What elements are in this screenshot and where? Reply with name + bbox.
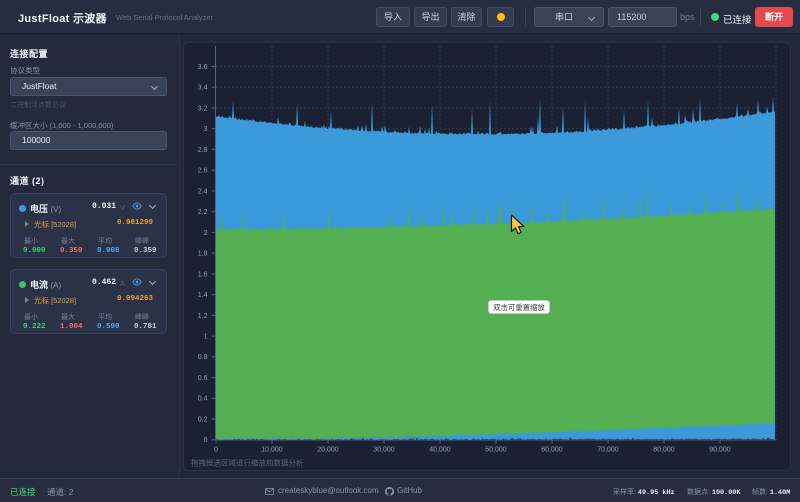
svg-text:0.4: 0.4 [198, 396, 208, 403]
svg-text:3.6: 3.6 [198, 64, 208, 71]
svg-text:20,000: 20,000 [317, 447, 339, 454]
svg-text:90,000: 90,000 [709, 447, 731, 454]
svg-text:2.6: 2.6 [198, 168, 208, 175]
svg-text:0.2: 0.2 [198, 417, 208, 424]
svg-text:0.8: 0.8 [198, 354, 208, 361]
svg-text:80,000: 80,000 [653, 447, 675, 454]
svg-text:60,000: 60,000 [541, 447, 563, 454]
svg-text:10,000: 10,000 [261, 447, 283, 454]
svg-text:30,000: 30,000 [373, 447, 395, 454]
svg-text:2: 2 [204, 230, 208, 237]
svg-text:70,000: 70,000 [597, 447, 619, 454]
svg-text:1.2: 1.2 [198, 313, 208, 320]
svg-text:50,000: 50,000 [485, 447, 507, 454]
svg-text:3.4: 3.4 [198, 85, 208, 92]
svg-text:1.6: 1.6 [198, 271, 208, 278]
svg-text:双击可重置缩放: 双击可重置缩放 [493, 303, 545, 312]
svg-text:1.4: 1.4 [198, 292, 208, 299]
svg-text:拖拽框选区域进行缩放和数据分析: 拖拽框选区域进行缩放和数据分析 [191, 458, 304, 468]
svg-text:3: 3 [204, 126, 208, 133]
svg-text:3.2: 3.2 [198, 105, 208, 112]
svg-text:2.8: 2.8 [198, 147, 208, 154]
svg-text:2.4: 2.4 [198, 188, 208, 195]
svg-text:1: 1 [204, 334, 208, 341]
svg-text:0: 0 [214, 447, 218, 454]
svg-text:0.6: 0.6 [198, 375, 208, 382]
svg-text:1.8: 1.8 [198, 251, 208, 258]
svg-text:2.2: 2.2 [198, 209, 208, 216]
svg-text:0: 0 [204, 437, 208, 444]
svg-text:40,000: 40,000 [429, 447, 451, 454]
